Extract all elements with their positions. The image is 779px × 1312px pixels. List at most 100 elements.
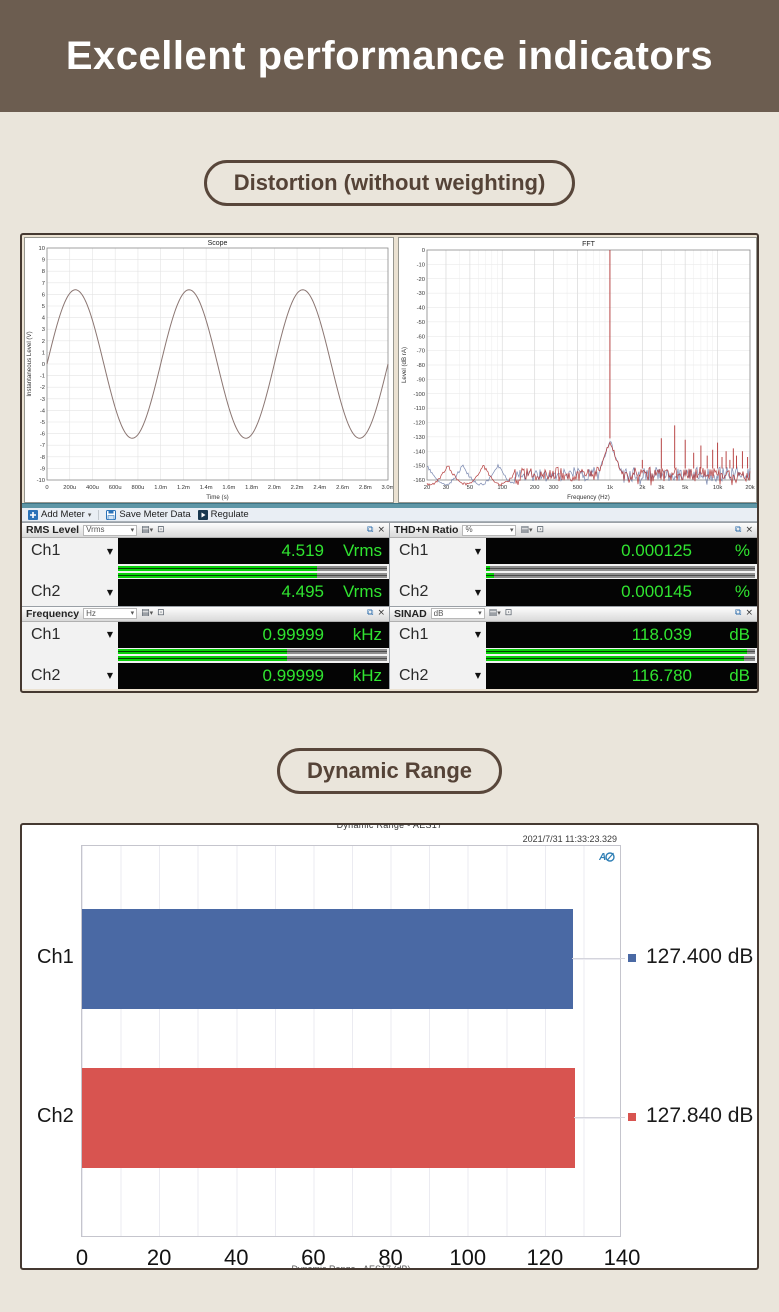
chevron-down-icon: ▼ (107, 630, 113, 639)
fft-plot: FFT0-10-20-30-40-50-60-70-80-90-100-110-… (399, 238, 756, 504)
close-icon[interactable]: × (377, 609, 385, 618)
meter-menu-icon[interactable]: ▤▾ (141, 609, 153, 618)
x-tick-label: 60 (301, 1245, 325, 1270)
dynamic-range-chart: Dynamic Range - AES17 2021/7/31 11:33:23… (20, 823, 759, 1270)
chevron-down-icon: ▼ (475, 588, 481, 597)
meter-value-unit: % (692, 541, 750, 561)
save-icon (106, 510, 116, 520)
level-bar-track (118, 566, 387, 571)
svg-text:-80: -80 (417, 363, 425, 369)
svg-text:2.6m: 2.6m (336, 485, 349, 491)
channel-selector[interactable]: Ch2▼ (390, 579, 486, 605)
channel-selector[interactable]: Ch1▼ (22, 622, 118, 648)
svg-text:0: 0 (422, 248, 425, 254)
chart-timestamp: 2021/7/31 11:33:23.329 (523, 834, 617, 844)
channel-selector[interactable]: Ch2▼ (390, 663, 486, 689)
svg-text:2.2m: 2.2m (291, 485, 304, 491)
svg-text:-4: -4 (40, 408, 46, 414)
svg-text:Level (dB rA): Level (dB rA) (401, 347, 408, 383)
chevron-down-icon: ▼ (107, 547, 113, 556)
close-icon[interactable]: × (745, 526, 753, 535)
add-meter-button[interactable]: Add Meter ▾ (26, 509, 93, 520)
meter-display: 0.000145% (486, 579, 757, 605)
section-pill-distortion-label: Distortion (without weighting) (234, 170, 546, 195)
meter-bars (390, 564, 757, 579)
meter-panel-frequency: FrequencyHz▾▤▾⊡⧉×Ch1▼0.99999kHzCh2▼0.999… (22, 607, 389, 690)
add-icon (28, 510, 38, 520)
svg-text:-70: -70 (417, 349, 425, 355)
svg-text:1.2m: 1.2m (177, 485, 190, 491)
level-bar-fill (118, 573, 317, 578)
x-tick-label: 0 (76, 1245, 88, 1270)
meter-value-unit: dB (692, 625, 750, 645)
page-title: Excellent performance indicators (66, 34, 713, 79)
meter-settings-icon[interactable]: ⊡ (537, 526, 545, 535)
svg-text:-160: -160 (413, 478, 425, 484)
channel-selector[interactable]: Ch2▼ (22, 579, 118, 605)
close-icon[interactable]: × (377, 526, 385, 535)
meter-unit-select[interactable]: Vrms▾ (83, 525, 137, 536)
svg-text:2.8m: 2.8m (359, 485, 372, 491)
meter-settings-icon[interactable]: ⊡ (505, 609, 513, 618)
meter-menu-icon[interactable]: ▤▾ (520, 526, 532, 535)
section-pill-dynamic-range: Dynamic Range (277, 748, 502, 794)
meter-unit-select[interactable]: dB▾ (431, 608, 485, 619)
meter-menu-icon[interactable]: ▤▾ (489, 609, 501, 618)
meter-header: Frequency Hz▾ ▤▾ ⊡ ⧉ × (22, 607, 389, 622)
svg-text:-60: -60 (417, 334, 425, 340)
channel-selector[interactable]: Ch1▼ (22, 538, 118, 564)
level-bar-fill (118, 649, 287, 654)
channel-selector[interactable]: Ch2▼ (22, 663, 118, 689)
value-label-ch2: 127.840 dB (646, 1104, 753, 1128)
popout-icon[interactable]: ⧉ (735, 609, 741, 618)
meter-bars (22, 564, 389, 579)
popout-icon[interactable]: ⧉ (735, 526, 741, 535)
meter-name: Frequency (26, 608, 79, 620)
meter-display: 4.519Vrms (118, 538, 389, 564)
meter-unit-select[interactable]: %▾ (462, 525, 516, 536)
meter-display: 0.99999kHz (118, 622, 389, 648)
svg-text:-40: -40 (417, 306, 425, 312)
meter-display: 0.000125% (486, 538, 757, 564)
meter-channel-row: Ch1▼0.99999kHz (22, 622, 389, 648)
leader-line (574, 1117, 625, 1118)
regulate-button[interactable]: Regulate (196, 509, 251, 520)
category-label-ch2: Ch2 (37, 1105, 79, 1128)
channel-selector[interactable]: Ch1▼ (390, 538, 486, 564)
svg-text:50: 50 (467, 485, 473, 491)
channel-selector[interactable]: Ch1▼ (390, 622, 486, 648)
meter-settings-icon[interactable]: ⊡ (157, 609, 165, 618)
level-bar-fill (118, 656, 287, 661)
save-meter-data-button[interactable]: Save Meter Data (104, 509, 192, 520)
svg-text:20: 20 (424, 485, 430, 491)
popout-icon[interactable]: ⧉ (367, 609, 373, 618)
svg-text:3k: 3k (658, 485, 664, 491)
bar-ch1 (82, 909, 573, 1009)
meter-settings-icon[interactable]: ⊡ (157, 526, 165, 535)
meter-bars (22, 648, 389, 663)
svg-text:5: 5 (42, 304, 45, 310)
svg-text:1: 1 (42, 350, 45, 356)
chevron-down-icon: ▾ (478, 610, 482, 617)
section-pill-distortion: Distortion (without weighting) (204, 160, 576, 206)
level-bar-fill (486, 573, 494, 578)
meter-menu-icon[interactable]: ▤▾ (141, 526, 153, 535)
meter-value: 4.519 (281, 541, 324, 561)
svg-text:1.8m: 1.8m (245, 485, 258, 491)
x-tick-label: 80 (378, 1245, 402, 1270)
svg-text:-6: -6 (40, 432, 45, 438)
svg-text:FFT: FFT (582, 241, 596, 248)
meter-value: 0.99999 (263, 625, 324, 645)
close-icon[interactable]: × (745, 609, 753, 618)
meter-name: RMS Level (26, 524, 79, 536)
svg-text:0: 0 (42, 362, 45, 368)
popout-icon[interactable]: ⧉ (367, 526, 373, 535)
svg-text:1.0m: 1.0m (154, 485, 167, 491)
meter-channel-row: Ch2▼4.495Vrms (22, 579, 389, 605)
chevron-down-icon: ▼ (475, 630, 481, 639)
svg-text:400u: 400u (86, 485, 99, 491)
meter-unit-select[interactable]: Hz▾ (83, 608, 137, 619)
analyzer-window: Scope109876543210-1-2-3-4-5-6-7-8-9-1002… (20, 233, 759, 693)
svg-text:20k: 20k (745, 485, 754, 491)
svg-text:0: 0 (45, 485, 48, 491)
